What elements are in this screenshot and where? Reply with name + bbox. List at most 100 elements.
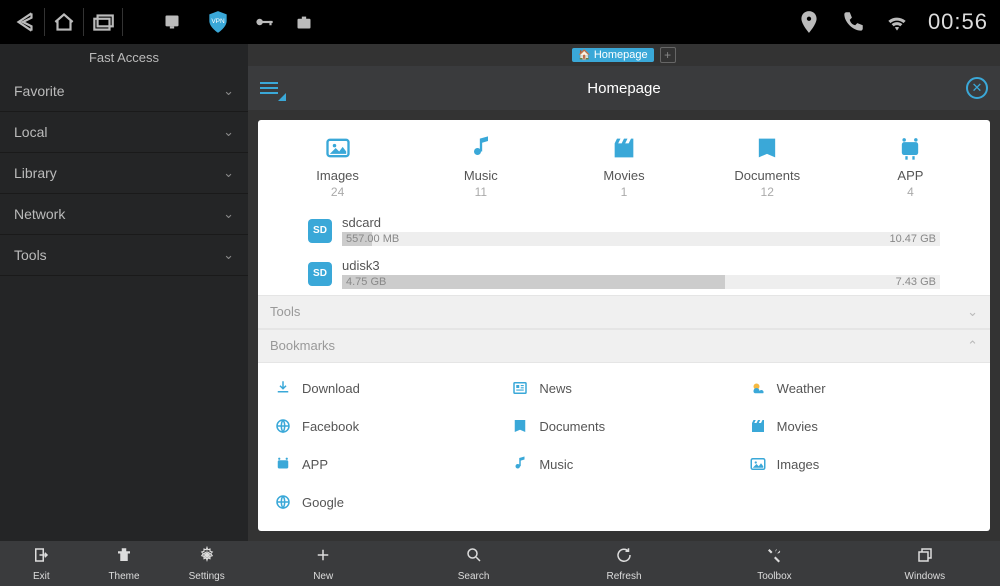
category-count: 4 (839, 185, 982, 199)
theme-icon (115, 546, 133, 569)
section-tools[interactable]: Tools ⌄ (258, 295, 990, 329)
category-label: Movies (552, 168, 695, 183)
bookmark-download[interactable]: Download (268, 369, 505, 407)
music-icon (467, 134, 495, 162)
category-images[interactable]: Images24 (266, 134, 409, 199)
weather-icon (749, 379, 767, 397)
chevron-down-icon: ⌄ (967, 304, 978, 320)
sidebar: Fast Access Favorite ⌄ Local⌄ Library ⌄ Netwo… (0, 44, 248, 541)
bottom-search-button[interactable]: Search (398, 541, 548, 586)
close-button[interactable]: ✕ (966, 77, 988, 99)
news-icon (511, 379, 529, 397)
bookmarks-grid: DownloadNewsWeather FacebookDocuments Movi… (258, 363, 990, 527)
exit-icon (32, 546, 50, 569)
movies-icon (610, 134, 638, 162)
button-label: Settings (189, 571, 225, 582)
chevron-down-icon: ⌄ (223, 83, 234, 99)
category-documents[interactable]: Documents 12 (696, 134, 839, 199)
bottom-settings-button[interactable]: Settings (165, 541, 248, 586)
bottom-windows-button[interactable]: Windows (850, 541, 1000, 586)
bottom-toolbox-button[interactable]: Toolbox (699, 541, 849, 586)
home-button[interactable] (51, 9, 77, 35)
new-tab-button[interactable]: + (660, 47, 676, 63)
sidebar-item-label: Favorite (14, 83, 65, 99)
bookmark-images[interactable]: Images (743, 445, 980, 483)
bookmark-label: APP (302, 457, 328, 472)
app-icon (896, 134, 924, 162)
storage-udisk3[interactable]: SDudisk34.75 GB7.43 GB (268, 252, 980, 295)
globe-icon (274, 417, 292, 435)
bookmark-google[interactable]: Google (268, 483, 505, 521)
bottom-refresh-button[interactable]: Refresh (549, 541, 699, 586)
separator (83, 8, 84, 36)
sidebar-item-library[interactable]: Library ⌄ (0, 153, 248, 194)
bottom-theme-button[interactable]: Theme (83, 541, 166, 586)
section-label: Bookmarks (270, 338, 335, 354)
music-icon (511, 455, 529, 473)
bottom-exit-button[interactable]: Exit (0, 541, 83, 586)
bookmark-news[interactable]: News (505, 369, 742, 407)
bookmark-label: Google (302, 495, 344, 510)
app-icon (274, 455, 292, 473)
download-icon (274, 379, 292, 397)
home-icon: 🏠 (578, 50, 590, 61)
notification-icon[interactable] (159, 9, 185, 35)
category-music[interactable]: Music11 (409, 134, 552, 199)
button-label: Search (458, 571, 490, 582)
bookmark-app[interactable]: APP (268, 445, 505, 483)
category-count: 11 (409, 185, 552, 199)
sd-icon: SD (308, 219, 332, 243)
tab-homepage[interactable]: 🏠Homepage (572, 48, 653, 62)
bookmark-facebook[interactable]: Facebook (268, 407, 505, 445)
separator (44, 8, 45, 36)
sidebar-item-label: Library (14, 165, 57, 181)
windows-icon (916, 546, 934, 569)
category-count: 12 (696, 185, 839, 199)
button-label: Exit (33, 571, 50, 582)
bookmark-documents[interactable]: Documents (505, 407, 742, 445)
section-label: Tools (270, 304, 300, 320)
chevron-down-icon: ⌄ (223, 165, 234, 181)
storage-used: 4.75 GB (342, 276, 386, 288)
bottom-new-button[interactable]: New (248, 541, 398, 586)
sidebar-item-tools[interactable]: Tools⌄ (0, 235, 248, 276)
sd-icon: SD (308, 262, 332, 286)
bookmark-label: Movies (777, 419, 818, 434)
sidebar-item-network[interactable]: Network⌄ (0, 194, 248, 235)
movies-icon (749, 417, 767, 435)
bookmark-movies[interactable]: Movies (743, 407, 980, 445)
storage-bar: 557.00 MB10.47 GB (342, 232, 940, 246)
bookmark-music[interactable]: Music (505, 445, 742, 483)
button-label: Windows (905, 571, 946, 582)
resize-handle-icon[interactable] (278, 93, 286, 101)
android-status-bar: VPN 00:56 (0, 0, 1000, 44)
wifi-icon[interactable] (884, 9, 910, 35)
recent-apps-button[interactable] (90, 9, 116, 35)
sidebar-item-label: Local (14, 124, 47, 140)
category-label: Documents (696, 168, 839, 183)
phone-icon[interactable] (840, 9, 866, 35)
location-icon[interactable] (796, 9, 822, 35)
category-label: Images (266, 168, 409, 183)
main-panel: Images24Music11Movies1Documents12APP4 SD… (258, 120, 990, 531)
images-icon (324, 134, 352, 162)
sidebar-title: Fast Access (0, 44, 248, 71)
search-icon (465, 546, 483, 569)
back-button[interactable] (12, 9, 38, 35)
sidebar-item-label: Tools (14, 247, 47, 263)
storage-total: 7.43 GB (896, 276, 940, 288)
sidebar-item-local[interactable]: Local⌄ (0, 112, 248, 153)
section-bookmarks[interactable]: Bookmarks⌃ (258, 329, 990, 363)
menu-button[interactable] (260, 79, 278, 97)
bookmark-weather[interactable]: Weather (743, 369, 980, 407)
category-app[interactable]: APP4 (839, 134, 982, 199)
category-movies[interactable]: Movies1 (552, 134, 695, 199)
button-label: New (313, 571, 333, 582)
separator (122, 8, 123, 36)
vpn-shield-icon[interactable]: VPN (205, 9, 231, 35)
bottom-bar: Exit Theme Settings New Search RefreshToolbo… (0, 541, 1000, 586)
bookmark-label: Images (777, 457, 820, 472)
globe-icon (274, 493, 292, 511)
sidebar-item-favorite[interactable]: Favorite ⌄ (0, 71, 248, 112)
storage-sdcard[interactable]: SDsdcard557.00 MB10.47 GB (268, 209, 980, 252)
